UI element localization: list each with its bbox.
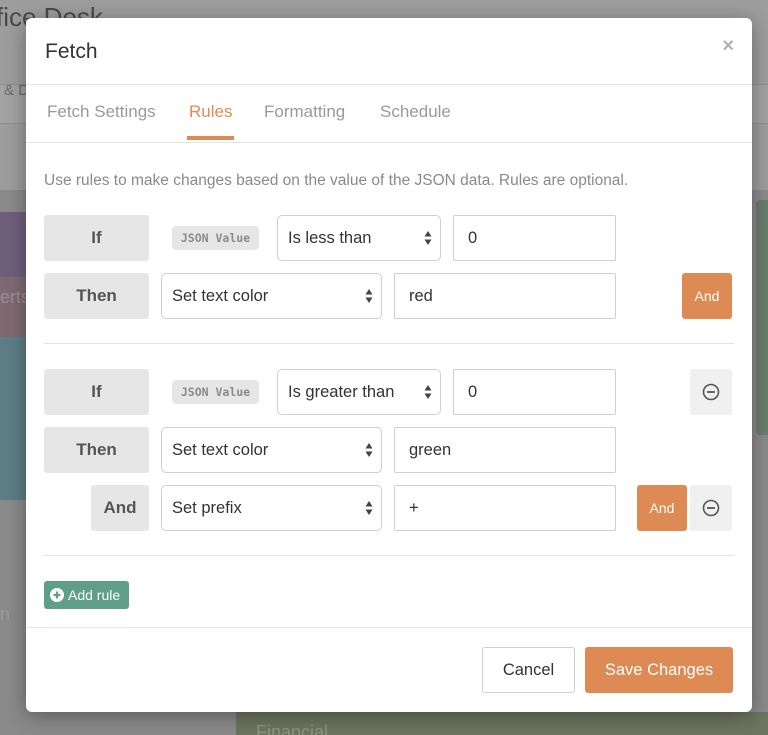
dashboard-tile — [756, 200, 768, 435]
rule-divider — [44, 343, 734, 344]
then-label: Then — [44, 427, 149, 473]
plus-circle-icon — [50, 588, 64, 602]
then-label: Then — [44, 273, 149, 319]
action-value-input[interactable]: + — [394, 485, 616, 531]
add-rule-label: Add rule — [68, 587, 121, 603]
modal-footer: Cancel Save Changes — [26, 628, 752, 712]
select-arrows-icon — [365, 289, 373, 303]
tab-formatting[interactable]: Formatting — [264, 102, 345, 136]
remove-rule-button[interactable] — [690, 369, 732, 415]
operator-select-value: Is less than — [288, 228, 372, 247]
action-value-input[interactable]: green — [394, 427, 616, 473]
action-select[interactable]: Set text color — [161, 427, 382, 473]
condition-value-input[interactable]: 0 — [453, 215, 616, 261]
action-select-value: Set text color — [172, 286, 269, 305]
cancel-button[interactable]: Cancel — [482, 647, 575, 693]
select-arrows-icon — [365, 501, 373, 515]
and-label: And — [91, 485, 149, 531]
fetch-modal: Fetch × Fetch Settings Rules Formatting … — [26, 18, 752, 712]
rules-panel: Use rules to make changes based on the v… — [26, 143, 752, 628]
if-label: If — [44, 215, 149, 261]
tab-schedule[interactable]: Schedule — [380, 102, 451, 136]
json-value-chip: JSON Value — [172, 380, 259, 404]
action-select[interactable]: Set text color — [161, 273, 382, 319]
rule-divider — [44, 555, 734, 556]
add-rule-button[interactable]: Add rule — [44, 581, 129, 609]
operator-select[interactable]: Is less than — [277, 215, 441, 261]
action-select[interactable]: Set prefix — [161, 485, 382, 531]
modal-title: Fetch — [45, 40, 98, 63]
select-arrows-icon — [424, 231, 432, 245]
tab-fetch-settings[interactable]: Fetch Settings — [47, 102, 156, 136]
tab-rules[interactable]: Rules — [187, 102, 235, 140]
operator-select-value: Is greater than — [288, 382, 395, 401]
add-and-button[interactable]: And — [682, 273, 732, 319]
if-label: If — [44, 369, 149, 415]
action-value-input[interactable]: red — [394, 273, 616, 319]
action-select-value: Set prefix — [172, 498, 242, 517]
close-icon[interactable]: × — [722, 35, 734, 58]
save-changes-button[interactable]: Save Changes — [585, 647, 733, 693]
condition-value-input[interactable]: 0 — [453, 369, 616, 415]
dashboard-tile-label: Financial — [256, 722, 329, 735]
action-select-value: Set text color — [172, 440, 269, 459]
minus-circle-icon — [702, 383, 720, 401]
operator-select[interactable]: Is greater than — [277, 369, 441, 415]
select-arrows-icon — [424, 385, 432, 399]
modal-header: Fetch × — [26, 18, 752, 85]
select-arrows-icon — [365, 443, 373, 457]
minus-circle-icon — [702, 499, 720, 517]
help-text: Use rules to make changes based on the v… — [44, 172, 629, 189]
remove-action-button[interactable] — [690, 485, 732, 531]
tab-bar: Fetch Settings Rules Formatting Schedule — [26, 85, 752, 143]
json-value-chip: JSON Value — [172, 226, 259, 250]
add-and-button[interactable]: And — [637, 485, 687, 531]
dashboard-tile-label: n — [0, 604, 11, 624]
